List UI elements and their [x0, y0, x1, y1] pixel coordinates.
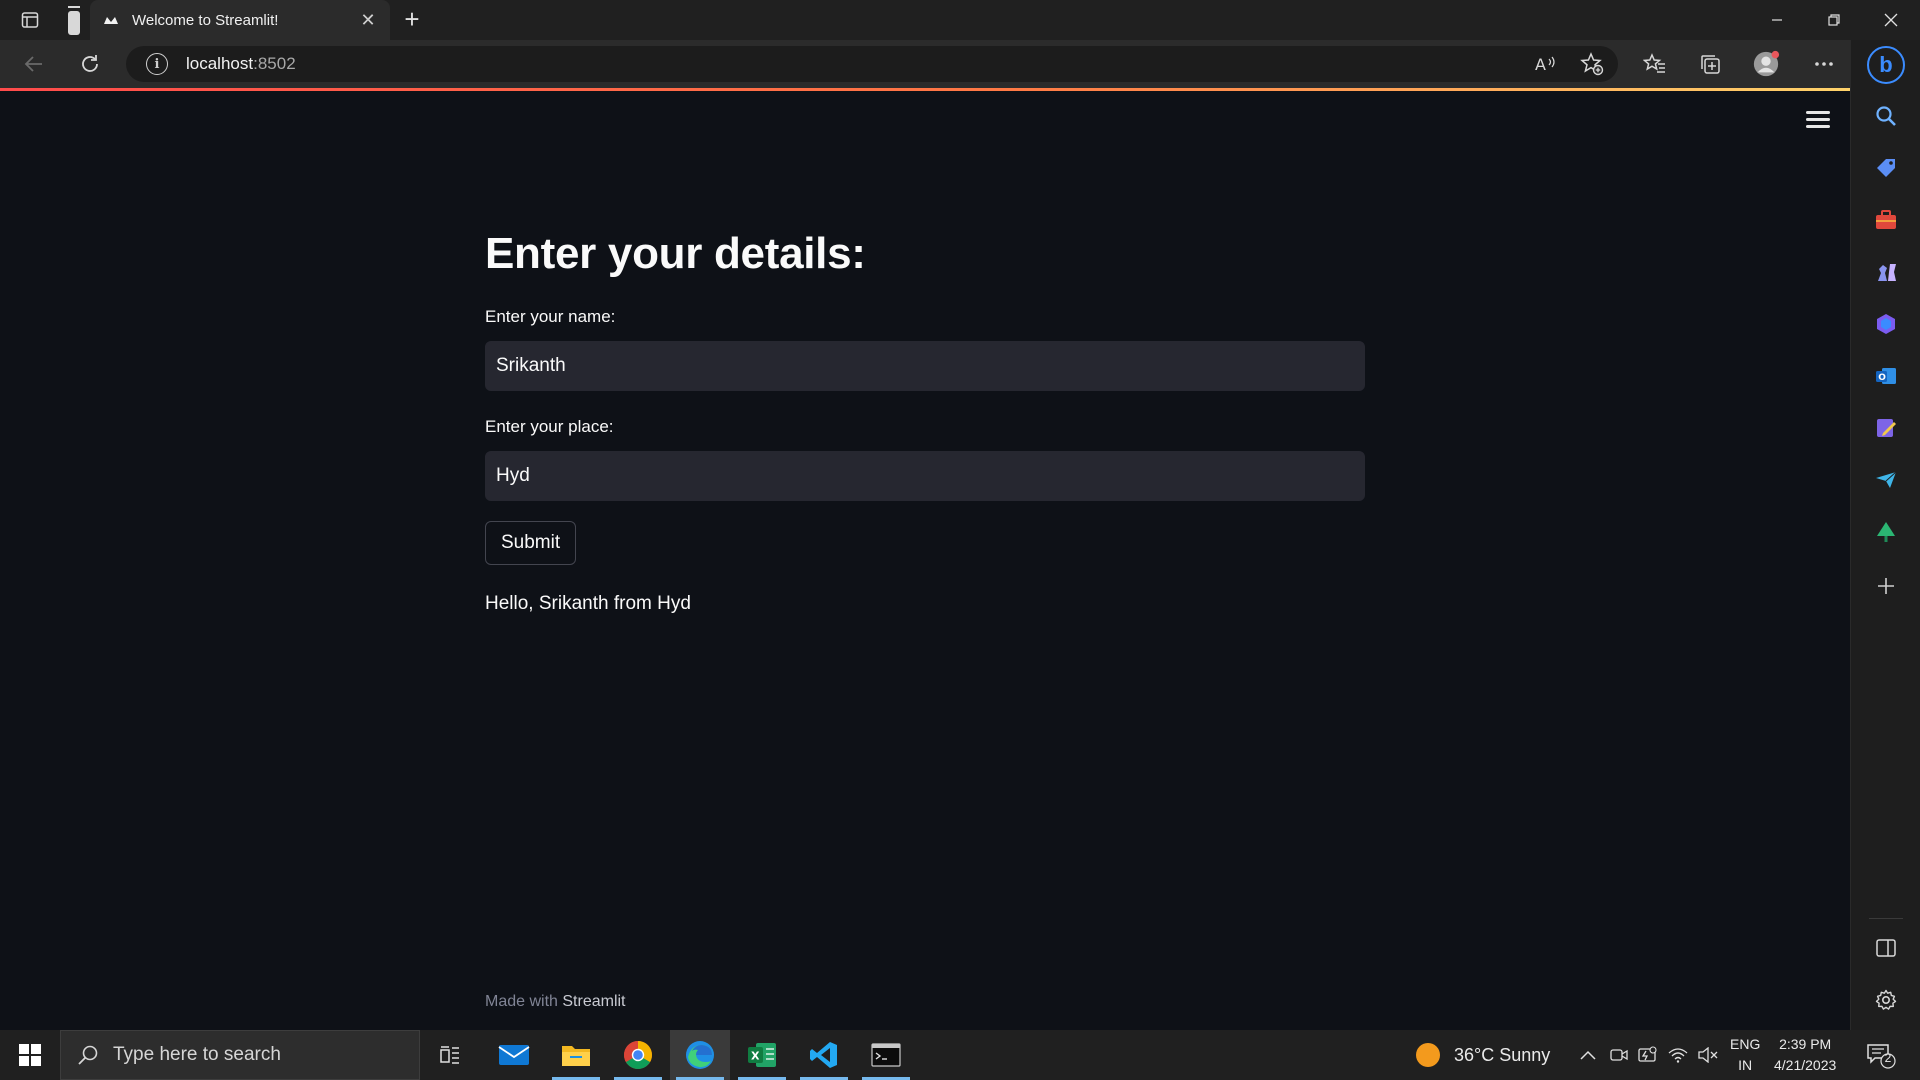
place-input[interactable] [485, 451, 1365, 501]
clock-date: 4/21/2023 [1774, 1057, 1837, 1073]
sun-icon [1416, 1043, 1440, 1067]
file-explorer-icon[interactable] [546, 1030, 606, 1080]
url-port: :8502 [253, 54, 296, 73]
browser-tab[interactable]: Welcome to Streamlit! ✕ [90, 0, 390, 40]
terminal-app-icon[interactable] [856, 1030, 916, 1080]
streamlit-footer-link[interactable]: Streamlit [562, 993, 625, 1010]
minimize-button[interactable] [1748, 0, 1805, 40]
collections-icon[interactable] [1696, 50, 1724, 78]
favorites-icon[interactable] [1641, 50, 1669, 78]
main-content: Enter your details: Enter your name: Ent… [485, 229, 1365, 615]
weather-widget[interactable]: 36°C Sunny [1416, 1030, 1550, 1080]
search-placeholder: Type here to search [113, 1044, 281, 1065]
games-icon[interactable] [1872, 258, 1900, 286]
drop-notes-icon[interactable] [1872, 414, 1900, 442]
more-options-icon[interactable] [1810, 50, 1838, 78]
show-hidden-icons-icon[interactable] [1580, 1030, 1596, 1080]
battery-saver-icon[interactable] [1638, 1030, 1658, 1080]
close-window-button[interactable] [1862, 0, 1919, 40]
language-code: ENG [1730, 1036, 1761, 1052]
search-icon [78, 1045, 98, 1065]
send-icon[interactable] [1872, 466, 1900, 494]
footer-prefix: Made with [485, 993, 558, 1010]
name-input[interactable] [485, 341, 1365, 391]
address-bar[interactable]: i localhost:8502 [126, 46, 1618, 82]
workspaces-icon[interactable] [62, 6, 86, 35]
site-info-icon[interactable]: i [146, 53, 168, 75]
main-menu-icon[interactable] [1806, 111, 1830, 131]
profile-avatar[interactable] [1752, 50, 1780, 78]
tab-title: Welcome to Streamlit! [132, 11, 279, 29]
url-host: localhost [186, 54, 254, 73]
meet-now-icon[interactable] [1610, 1030, 1628, 1080]
tree-icon[interactable] [1872, 518, 1900, 546]
read-aloud-icon[interactable]: A [1532, 50, 1560, 78]
input-language-indicator[interactable]: ENG IN [1730, 1030, 1766, 1080]
greeting-message: Hello, Srikanth from Hyd [485, 593, 691, 614]
vscode-app-icon[interactable] [794, 1030, 854, 1080]
microsoft-365-icon[interactable] [1872, 310, 1900, 338]
excel-app-icon[interactable]: X [732, 1030, 792, 1080]
taskbar-search-box[interactable]: Type here to search [60, 1030, 420, 1080]
chrome-app-icon[interactable] [608, 1030, 668, 1080]
clock-time: 2:39 PM [1779, 1036, 1832, 1052]
tab-actions-icon[interactable] [18, 8, 42, 32]
streamlit-app: Enter your details: Enter your name: Ent… [0, 91, 1850, 1030]
notification-center-icon[interactable]: 2 [1866, 1030, 1896, 1080]
browser-title-bar: Welcome to Streamlit! ✕ + [0, 0, 1920, 40]
notification-count: 2 [1884, 1051, 1892, 1065]
mail-app-icon[interactable] [484, 1030, 544, 1080]
weather-text: 36°C Sunny [1454, 1044, 1551, 1065]
svg-text:X: X [751, 1050, 760, 1063]
footer: Made with Streamlit [485, 993, 626, 1011]
submit-button[interactable]: Submit [485, 521, 577, 565]
refresh-button[interactable] [76, 50, 104, 78]
volume-muted-icon[interactable] [1698, 1030, 1718, 1080]
add-sidebar-app-icon[interactable] [1872, 572, 1900, 600]
svg-text:O: O [1878, 373, 1886, 383]
restore-button[interactable] [1805, 0, 1862, 40]
settings-gear-icon[interactable] [1872, 986, 1900, 1014]
windows-start-button[interactable] [0, 1030, 60, 1080]
wifi-icon[interactable] [1668, 1030, 1688, 1080]
clock[interactable]: 2:39 PM 4/21/2023 [1774, 1030, 1850, 1080]
split-screen-icon[interactable] [1872, 934, 1900, 962]
sidebar-divider [1869, 918, 1903, 919]
edge-sidebar: b O [1850, 40, 1920, 1030]
search-icon[interactable] [1872, 102, 1900, 130]
edge-app-icon[interactable] [670, 1030, 730, 1080]
browser-toolbar: i localhost:8502 A [0, 40, 1920, 88]
outlook-icon[interactable]: O [1872, 362, 1900, 390]
streamlit-favicon-icon [102, 11, 120, 29]
tools-icon[interactable] [1872, 206, 1900, 234]
language-region: IN [1738, 1057, 1753, 1073]
new-tab-button[interactable]: + [398, 6, 426, 34]
add-favorite-icon[interactable] [1578, 50, 1606, 78]
windows-taskbar: Type here to search X 36°C Sunny ENG IN … [0, 1030, 1920, 1080]
shopping-tag-icon[interactable] [1872, 154, 1900, 182]
page-title: Enter your details: [485, 229, 866, 278]
name-field-label: Enter your name: [485, 307, 616, 326]
back-button[interactable] [20, 50, 48, 78]
place-field-label: Enter your place: [485, 417, 614, 436]
close-tab-icon[interactable]: ✕ [358, 10, 378, 30]
svg-text:A: A [1535, 55, 1546, 74]
task-view-icon[interactable] [420, 1030, 480, 1080]
bing-chat-icon[interactable]: b [1867, 46, 1905, 84]
